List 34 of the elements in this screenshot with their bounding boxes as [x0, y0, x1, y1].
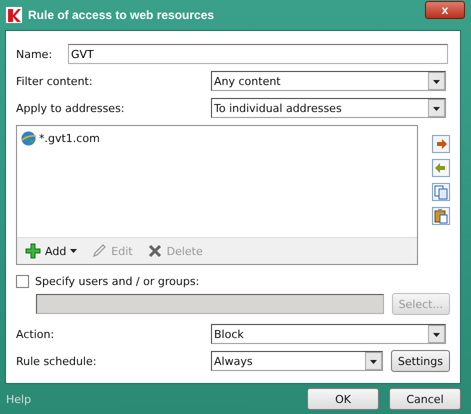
- globe-icon: [21, 130, 36, 146]
- window-title: Rule of access to web resources: [28, 8, 216, 22]
- dropdown[interactable]: Always: [211, 351, 383, 371]
- dropdown-value: To individual addresses: [214, 102, 342, 114]
- pencil-icon: [91, 243, 108, 259]
- app-logo-icon: [6, 7, 22, 23]
- paste-icon: [433, 208, 449, 224]
- dropdown[interactable]: To individual addresses: [211, 98, 446, 118]
- dropdown[interactable]: Block: [211, 324, 446, 344]
- close-button[interactable]: x: [425, 1, 465, 19]
- export-button[interactable]: [432, 135, 450, 153]
- settings-button[interactable]: Settings: [390, 350, 450, 372]
- dropdown-value: Block: [214, 328, 244, 340]
- cancel-button[interactable]: Cancel: [389, 388, 461, 410]
- dropdown-value: Any content: [214, 74, 281, 88]
- delete-icon: [146, 243, 163, 259]
- copy-button[interactable]: [432, 183, 450, 201]
- paste-button[interactable]: [432, 207, 450, 225]
- add-button[interactable]: Add: [23, 243, 80, 259]
- field-label: Name:: [16, 48, 54, 60]
- add-icon: [25, 243, 41, 259]
- import-button[interactable]: [432, 159, 450, 177]
- field-label: Apply to addresses:: [16, 102, 126, 114]
- field-label: Action:: [16, 328, 56, 340]
- field-label: Filter content:: [16, 74, 94, 88]
- dropdown[interactable]: Any content: [211, 71, 446, 91]
- list-item[interactable]: *.gvt1.com: [21, 130, 103, 146]
- copy-icon: [433, 184, 449, 200]
- dropdown-value: Always: [214, 354, 253, 368]
- caret-icon: [70, 249, 78, 253]
- field-label: Rule schedule:: [16, 354, 98, 368]
- ok-button[interactable]: OK: [307, 388, 379, 410]
- name-field[interactable]: GVT: [68, 44, 448, 64]
- checkbox-label: Specify users and / or groups:: [35, 274, 200, 288]
